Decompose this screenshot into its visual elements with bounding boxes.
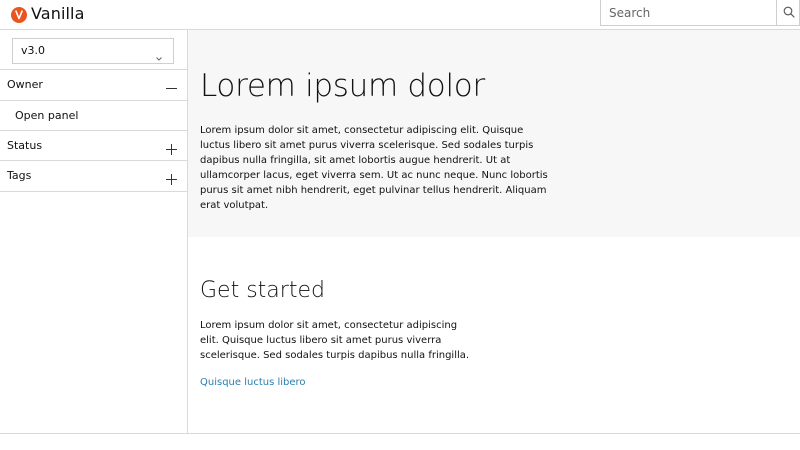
hero-section: Lorem ipsum dolor Lorem ipsum dolor sit … <box>188 30 800 237</box>
plus-icon[interactable] <box>166 170 177 185</box>
get-started-title: Get started <box>200 278 325 303</box>
version-select-value: v3.0 <box>21 44 46 57</box>
get-started-link[interactable]: Quisque luctus libero <box>200 377 306 388</box>
side-navigation: v3.0 Owner Open panel Status Tags <box>0 30 188 433</box>
accordion-owner-item[interactable]: Open panel <box>0 100 187 130</box>
search-button[interactable] <box>776 0 800 25</box>
vanilla-logo-icon[interactable] <box>11 7 27 23</box>
accordion-owner[interactable]: Owner <box>0 69 187 100</box>
chevron-down-icon <box>155 47 163 66</box>
open-panel-label: Open panel <box>15 109 79 122</box>
accordion-owner-label: Owner <box>7 78 43 91</box>
version-select[interactable]: v3.0 <box>12 38 174 64</box>
brand-name[interactable]: Vanilla <box>31 4 85 23</box>
accordion-status-label: Status <box>7 139 43 152</box>
accordion-tags[interactable]: Tags <box>0 160 187 191</box>
top-navigation: Vanilla <box>0 0 800 30</box>
plus-icon[interactable] <box>166 140 177 155</box>
hero-title: Lorem ipsum dolor <box>200 68 485 104</box>
search-input[interactable] <box>601 0 776 25</box>
accordion-tags-label: Tags <box>7 169 32 182</box>
minus-icon[interactable] <box>166 79 177 90</box>
bottom-divider <box>0 433 800 434</box>
divider <box>0 191 187 192</box>
search-box <box>600 0 800 26</box>
get-started-section: Get started Lorem ipsum dolor sit amet, … <box>188 237 800 433</box>
accordion-status[interactable]: Status <box>0 130 187 161</box>
hero-body: Lorem ipsum dolor sit amet, consectetur … <box>200 125 548 211</box>
search-icon <box>783 3 795 22</box>
get-started-body: Lorem ipsum dolor sit amet, consectetur … <box>200 320 470 361</box>
